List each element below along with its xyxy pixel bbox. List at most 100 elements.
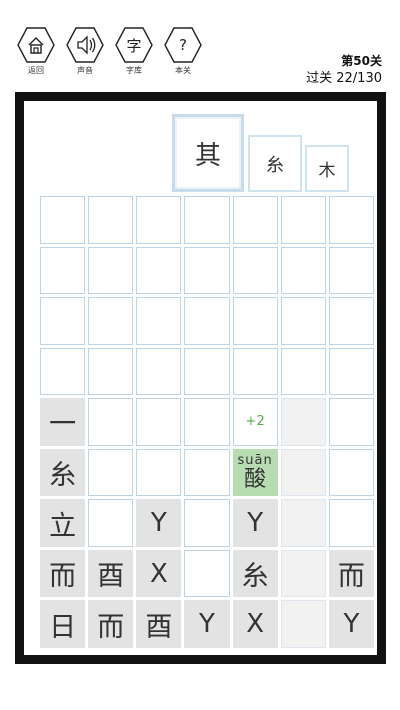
grid-tile[interactable]: X: [232, 600, 278, 648]
grid-cell[interactable]: [88, 297, 134, 345]
grid-cell[interactable]: [232, 246, 278, 295]
active-tile-pinyin: suān: [237, 452, 273, 468]
grid-cell[interactable]: [328, 398, 374, 446]
grid-cell[interactable]: [328, 347, 374, 396]
grid-cell[interactable]: [232, 297, 278, 345]
back-label: 返回: [28, 66, 44, 75]
grid-cell[interactable]: +2: [232, 398, 278, 446]
grid-cell[interactable]: [136, 196, 182, 244]
target-card-main: 其: [172, 114, 244, 192]
grid-cell[interactable]: [280, 347, 326, 396]
grid-cell[interactable]: [40, 347, 86, 396]
grid-cell[interactable]: [280, 448, 326, 497]
grid-cell[interactable]: [184, 347, 230, 396]
grid-cell[interactable]: [40, 196, 86, 244]
target-card-second: 糸: [248, 135, 302, 192]
hint-button[interactable]: ? 本关: [162, 27, 204, 79]
tile-label: 酉: [97, 561, 125, 593]
grid-cell[interactable]: [232, 347, 278, 396]
tile-label: 一: [49, 409, 77, 441]
grid-cell[interactable]: [328, 297, 374, 345]
game-board: 其 糸 木 一 +2 糸 suān 酸立 Y Y 而酉 X 糸而日而酉 Y X Y: [15, 92, 386, 664]
toolbar: 返回 声音 字 字库 ? 本关: [15, 27, 205, 79]
grid-tile[interactable]: X: [136, 549, 182, 598]
grid-tile[interactable]: 日: [40, 600, 86, 648]
grid-tile[interactable]: Y: [184, 600, 230, 648]
hint-label: 本关: [175, 66, 191, 75]
grid-cell[interactable]: [184, 196, 230, 244]
grid-tile[interactable]: 而: [40, 549, 86, 598]
grid-cell[interactable]: [136, 297, 182, 345]
grid-cell[interactable]: [184, 246, 230, 295]
tile-label: Y: [247, 508, 264, 539]
grid-cell[interactable]: [88, 347, 134, 396]
grid-cell[interactable]: [280, 297, 326, 345]
dictionary-label: 字库: [126, 66, 142, 75]
sound-label: 声音: [77, 66, 93, 75]
grid-tile[interactable]: 糸: [40, 448, 86, 497]
grid-cell[interactable]: [136, 398, 182, 446]
tile-label: 而: [97, 611, 125, 643]
grid-cell[interactable]: [88, 246, 134, 295]
grid-cell[interactable]: [280, 499, 326, 547]
target-card-third: 木: [305, 145, 349, 192]
grid-cell[interactable]: [280, 398, 326, 446]
hexagon-frame-icon: [66, 27, 104, 63]
grid-tile[interactable]: Y: [328, 600, 374, 648]
grid-cell[interactable]: [136, 347, 182, 396]
tile-label: 日: [49, 611, 77, 643]
grid-cell[interactable]: [280, 600, 326, 648]
grid-cell[interactable]: [280, 246, 326, 295]
grid-cell[interactable]: [232, 196, 278, 244]
grid-cell[interactable]: [184, 448, 230, 497]
tile-label: 糸: [49, 460, 77, 492]
grid-tile[interactable]: 而: [88, 600, 134, 648]
sound-button[interactable]: 声音: [64, 27, 106, 79]
active-tile[interactable]: suān 酸: [232, 448, 278, 497]
grid-cell[interactable]: [328, 246, 374, 295]
tile-label: Y: [150, 508, 167, 539]
grid-cell[interactable]: [280, 549, 326, 598]
grid-cell[interactable]: [184, 398, 230, 446]
grid-cell[interactable]: [40, 297, 86, 345]
tile-label: 而: [337, 561, 365, 593]
tile-label: Y: [199, 609, 215, 640]
grid-cell[interactable]: [328, 196, 374, 244]
grid-tile[interactable]: 糸: [232, 549, 278, 598]
tile-label: Y: [343, 609, 360, 640]
tile-label: 而: [49, 561, 77, 593]
hexagon-frame-icon: [17, 27, 55, 63]
dictionary-icon: 字: [126, 36, 142, 55]
grid-cell[interactable]: [88, 398, 134, 446]
grid-cell[interactable]: [88, 196, 134, 244]
grid-cell[interactable]: [184, 499, 230, 547]
grid-cell[interactable]: [184, 297, 230, 345]
grid-tile[interactable]: 一: [40, 398, 86, 446]
tile-grid: 一 +2 糸 suān 酸立 Y Y 而酉 X 糸而日而酉 Y X Y: [40, 196, 374, 648]
grid-cell[interactable]: [40, 246, 86, 295]
grid-cell[interactable]: [184, 549, 230, 598]
grid-tile[interactable]: 酉: [88, 549, 134, 598]
grid-cell[interactable]: [88, 448, 134, 497]
grid-cell[interactable]: [88, 499, 134, 547]
grid-tile[interactable]: 酉: [136, 600, 182, 648]
tile-label: 立: [49, 510, 77, 542]
tile-label: 酉: [145, 611, 173, 643]
bonus-score: +2: [245, 414, 265, 430]
grid-tile[interactable]: 立: [40, 499, 86, 547]
tile-label: X: [149, 558, 168, 589]
grid-cell[interactable]: [280, 196, 326, 244]
back-button[interactable]: 返回: [15, 27, 57, 79]
level-progress: 过关 22/130: [306, 71, 382, 86]
grid-cell[interactable]: [328, 499, 374, 547]
grid-cell[interactable]: [136, 246, 182, 295]
grid-cell[interactable]: [136, 448, 182, 497]
tile-label: X: [246, 609, 265, 640]
grid-tile[interactable]: Y: [232, 499, 278, 547]
dictionary-button[interactable]: 字 字库: [113, 27, 155, 79]
grid-tile[interactable]: 而: [328, 549, 374, 598]
grid-cell[interactable]: [328, 448, 374, 497]
question-icon: ?: [179, 36, 187, 54]
level-title: 第50关: [341, 54, 382, 68]
grid-tile[interactable]: Y: [136, 499, 182, 547]
